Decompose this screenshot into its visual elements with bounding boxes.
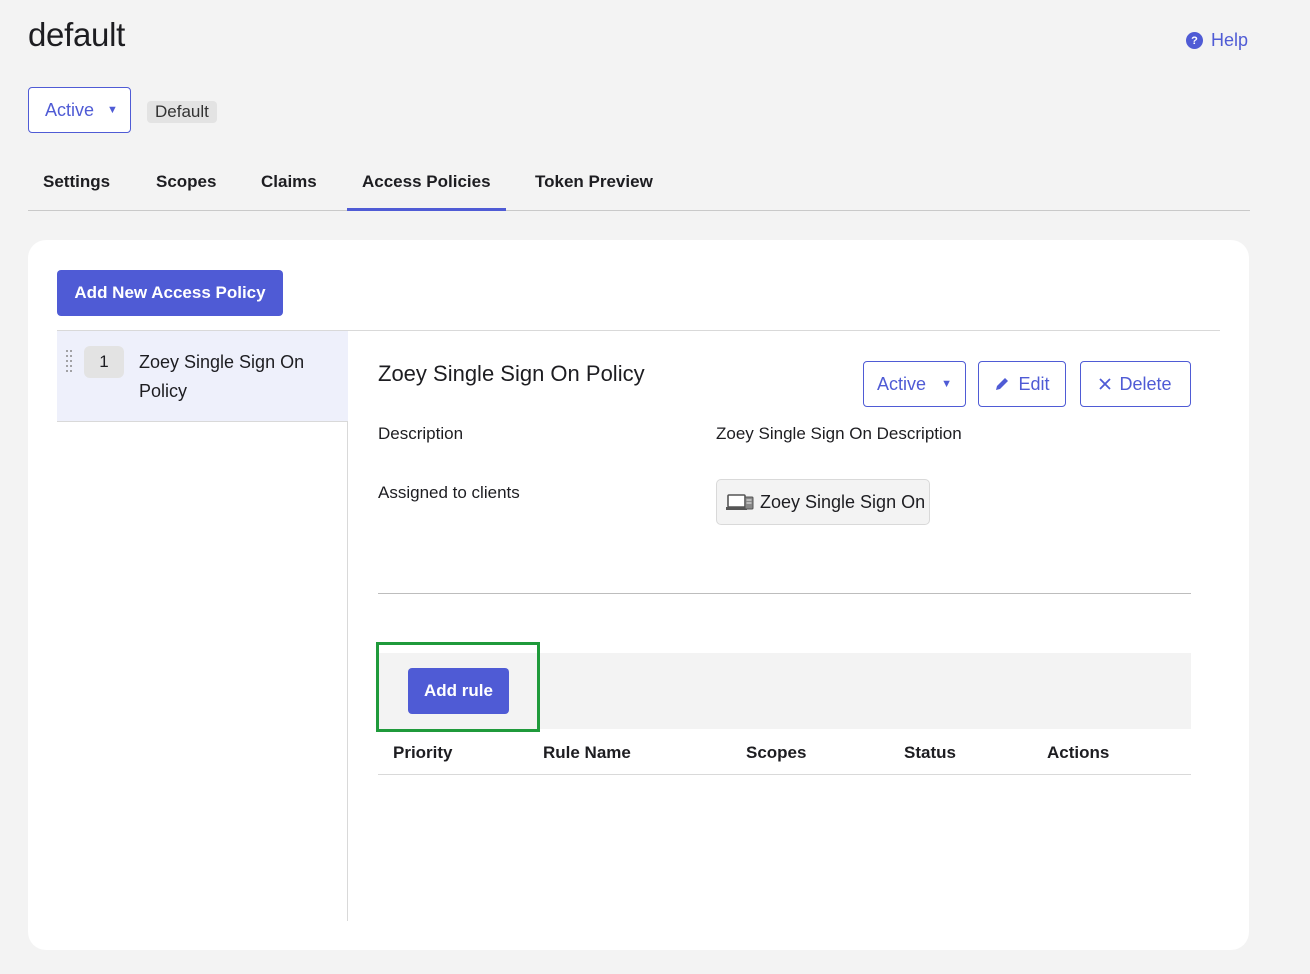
policy-list-item-name: Zoey Single Sign On Policy [139,352,305,401]
tab-bar: Settings Scopes Claims Access Policies T… [28,160,1250,211]
add-new-access-policy-button[interactable]: Add New Access Policy [57,270,283,316]
policies-card: Add New Access Policy 1 Zoey Single Sign… [28,240,1249,950]
help-label: Help [1211,30,1249,50]
close-icon [1099,378,1112,390]
description-value: Zoey Single Sign On Description [716,424,962,443]
caret-down-icon: ▼ [941,378,952,390]
client-chip[interactable]: Zoey Single Sign On [716,479,930,525]
drag-handle-icon[interactable] [66,350,74,375]
default-badge: Default [147,101,217,123]
column-header-scopes[interactable]: Scopes [746,743,806,763]
highlight-box [376,642,540,732]
status-dropdown[interactable]: Active ▼ [28,87,131,133]
policy-status-dropdown[interactable]: Active ▼ [863,361,966,407]
policy-list-item[interactable]: 1 Zoey Single Sign On Policy [57,331,348,422]
assigned-clients-label: Assigned to clients [378,483,520,502]
help-icon: ? [1186,32,1203,49]
column-header-actions[interactable]: Actions [1047,743,1109,763]
caret-down-icon: ▼ [107,104,118,116]
help-link[interactable]: ? Help [1186,30,1248,51]
delete-button[interactable]: Delete [1080,361,1191,407]
tab-token-preview[interactable]: Token Preview [535,172,653,192]
rules-table-header: Priority Rule Name Scopes Status Actions [378,729,1191,775]
policy-detail-title: Zoey Single Sign On Policy [378,361,645,386]
description-label: Description [378,424,464,443]
edit-label: Edit [1018,373,1050,394]
column-header-rule-name[interactable]: Rule Name [543,743,631,763]
tab-settings[interactable]: Settings [43,172,110,192]
client-app-icon [726,494,754,510]
tab-scopes[interactable]: Scopes [156,172,216,192]
policy-status-label: Active [877,373,927,394]
column-header-status[interactable]: Status [904,743,956,763]
column-header-priority[interactable]: Priority [393,743,453,763]
status-dropdown-label: Active [45,99,95,120]
client-chip-label: Zoey Single Sign On [760,491,926,512]
tab-claims[interactable]: Claims [261,172,317,192]
divider [378,593,1191,594]
policy-priority-badge: 1 [84,346,124,378]
page-title: default [28,16,125,53]
policy-list: 1 Zoey Single Sign On Policy [57,331,348,921]
tab-access-policies[interactable]: Access Policies [347,172,506,211]
pencil-icon [996,378,1009,390]
delete-label: Delete [1119,373,1172,394]
edit-button[interactable]: Edit [978,361,1066,407]
